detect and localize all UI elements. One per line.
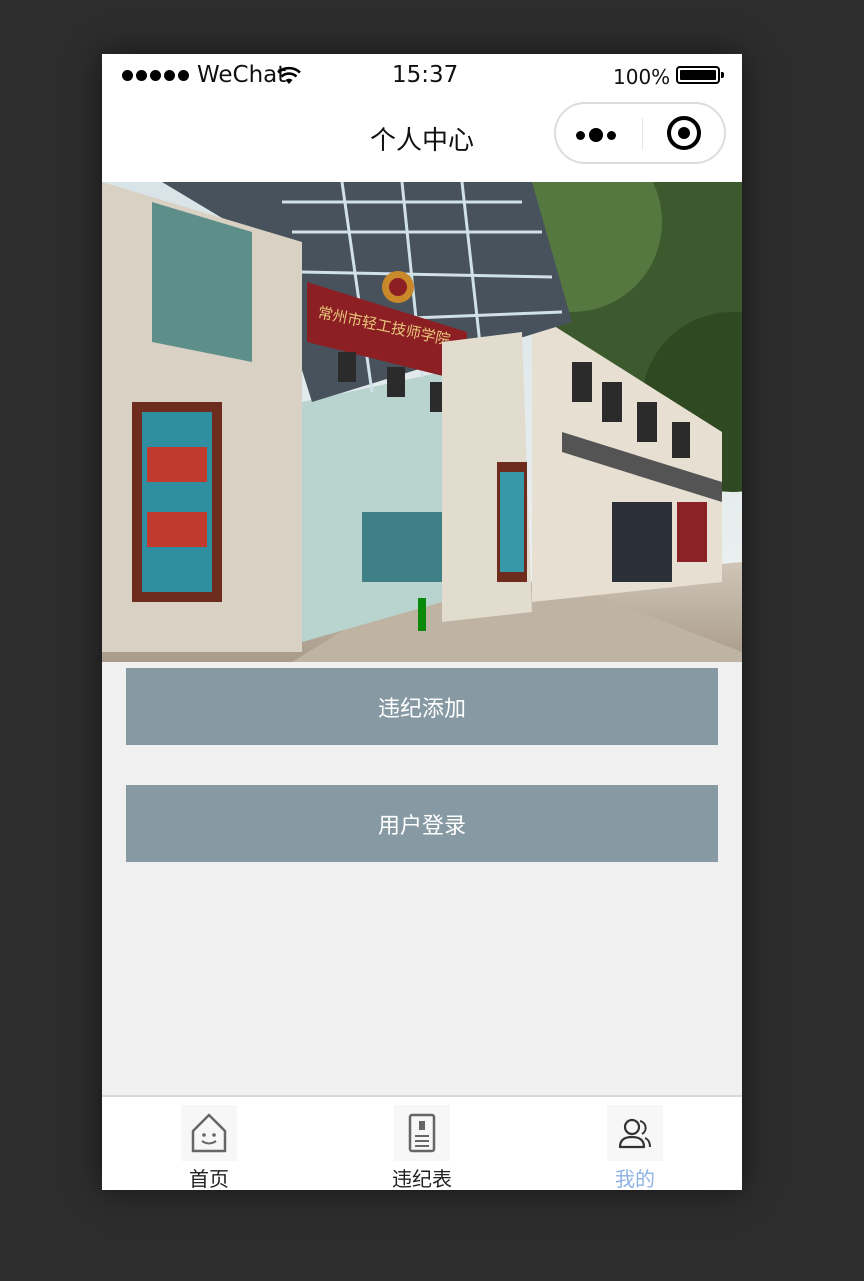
tab-home-label: 首页 (189, 1167, 229, 1190)
add-violation-label: 违纪添加 (377, 696, 466, 722)
status-time: 15:37 (392, 62, 459, 88)
user-login-label: 用户登录 (377, 813, 466, 839)
add-violation-button[interactable]: 违纪添加 (126, 668, 718, 745)
tab-mine[interactable]: 我的 (575, 1105, 695, 1190)
tab-violation-list-label: 违纪表 (392, 1167, 452, 1190)
banner-image: 常州市轻工技师学院 (102, 182, 742, 662)
page-indicator (418, 598, 426, 631)
tab-bar: 首页 违纪表 我的 (102, 1095, 742, 1190)
phone-screen: WeChat 15:37 100% 个人中心 常州市轻工技师学院 违纪添加 用户… (102, 54, 742, 1190)
signal-icon (122, 68, 189, 81)
tab-mine-label: 我的 (615, 1167, 655, 1190)
home-icon (181, 1105, 237, 1161)
tab-violation-list[interactable]: 违纪表 (362, 1105, 482, 1190)
more-icon[interactable] (576, 128, 616, 142)
carrier-name: WeChat (197, 62, 287, 88)
battery-percent: 100% (613, 65, 671, 89)
mini-program-capsule (554, 102, 726, 164)
document-icon (394, 1105, 450, 1161)
status-bar: WeChat 15:37 100% (102, 54, 742, 100)
close-mini-program-icon[interactable] (667, 116, 701, 150)
navigation-bar: 个人中心 (102, 100, 742, 182)
user-login-button[interactable]: 用户登录 (126, 785, 718, 862)
user-icon (607, 1105, 663, 1161)
battery-icon (676, 66, 724, 84)
wifi-icon (277, 66, 301, 84)
tab-home[interactable]: 首页 (149, 1105, 269, 1190)
capsule-divider (642, 118, 643, 150)
campus-gate-photo: 常州市轻工技师学院 (102, 182, 742, 662)
